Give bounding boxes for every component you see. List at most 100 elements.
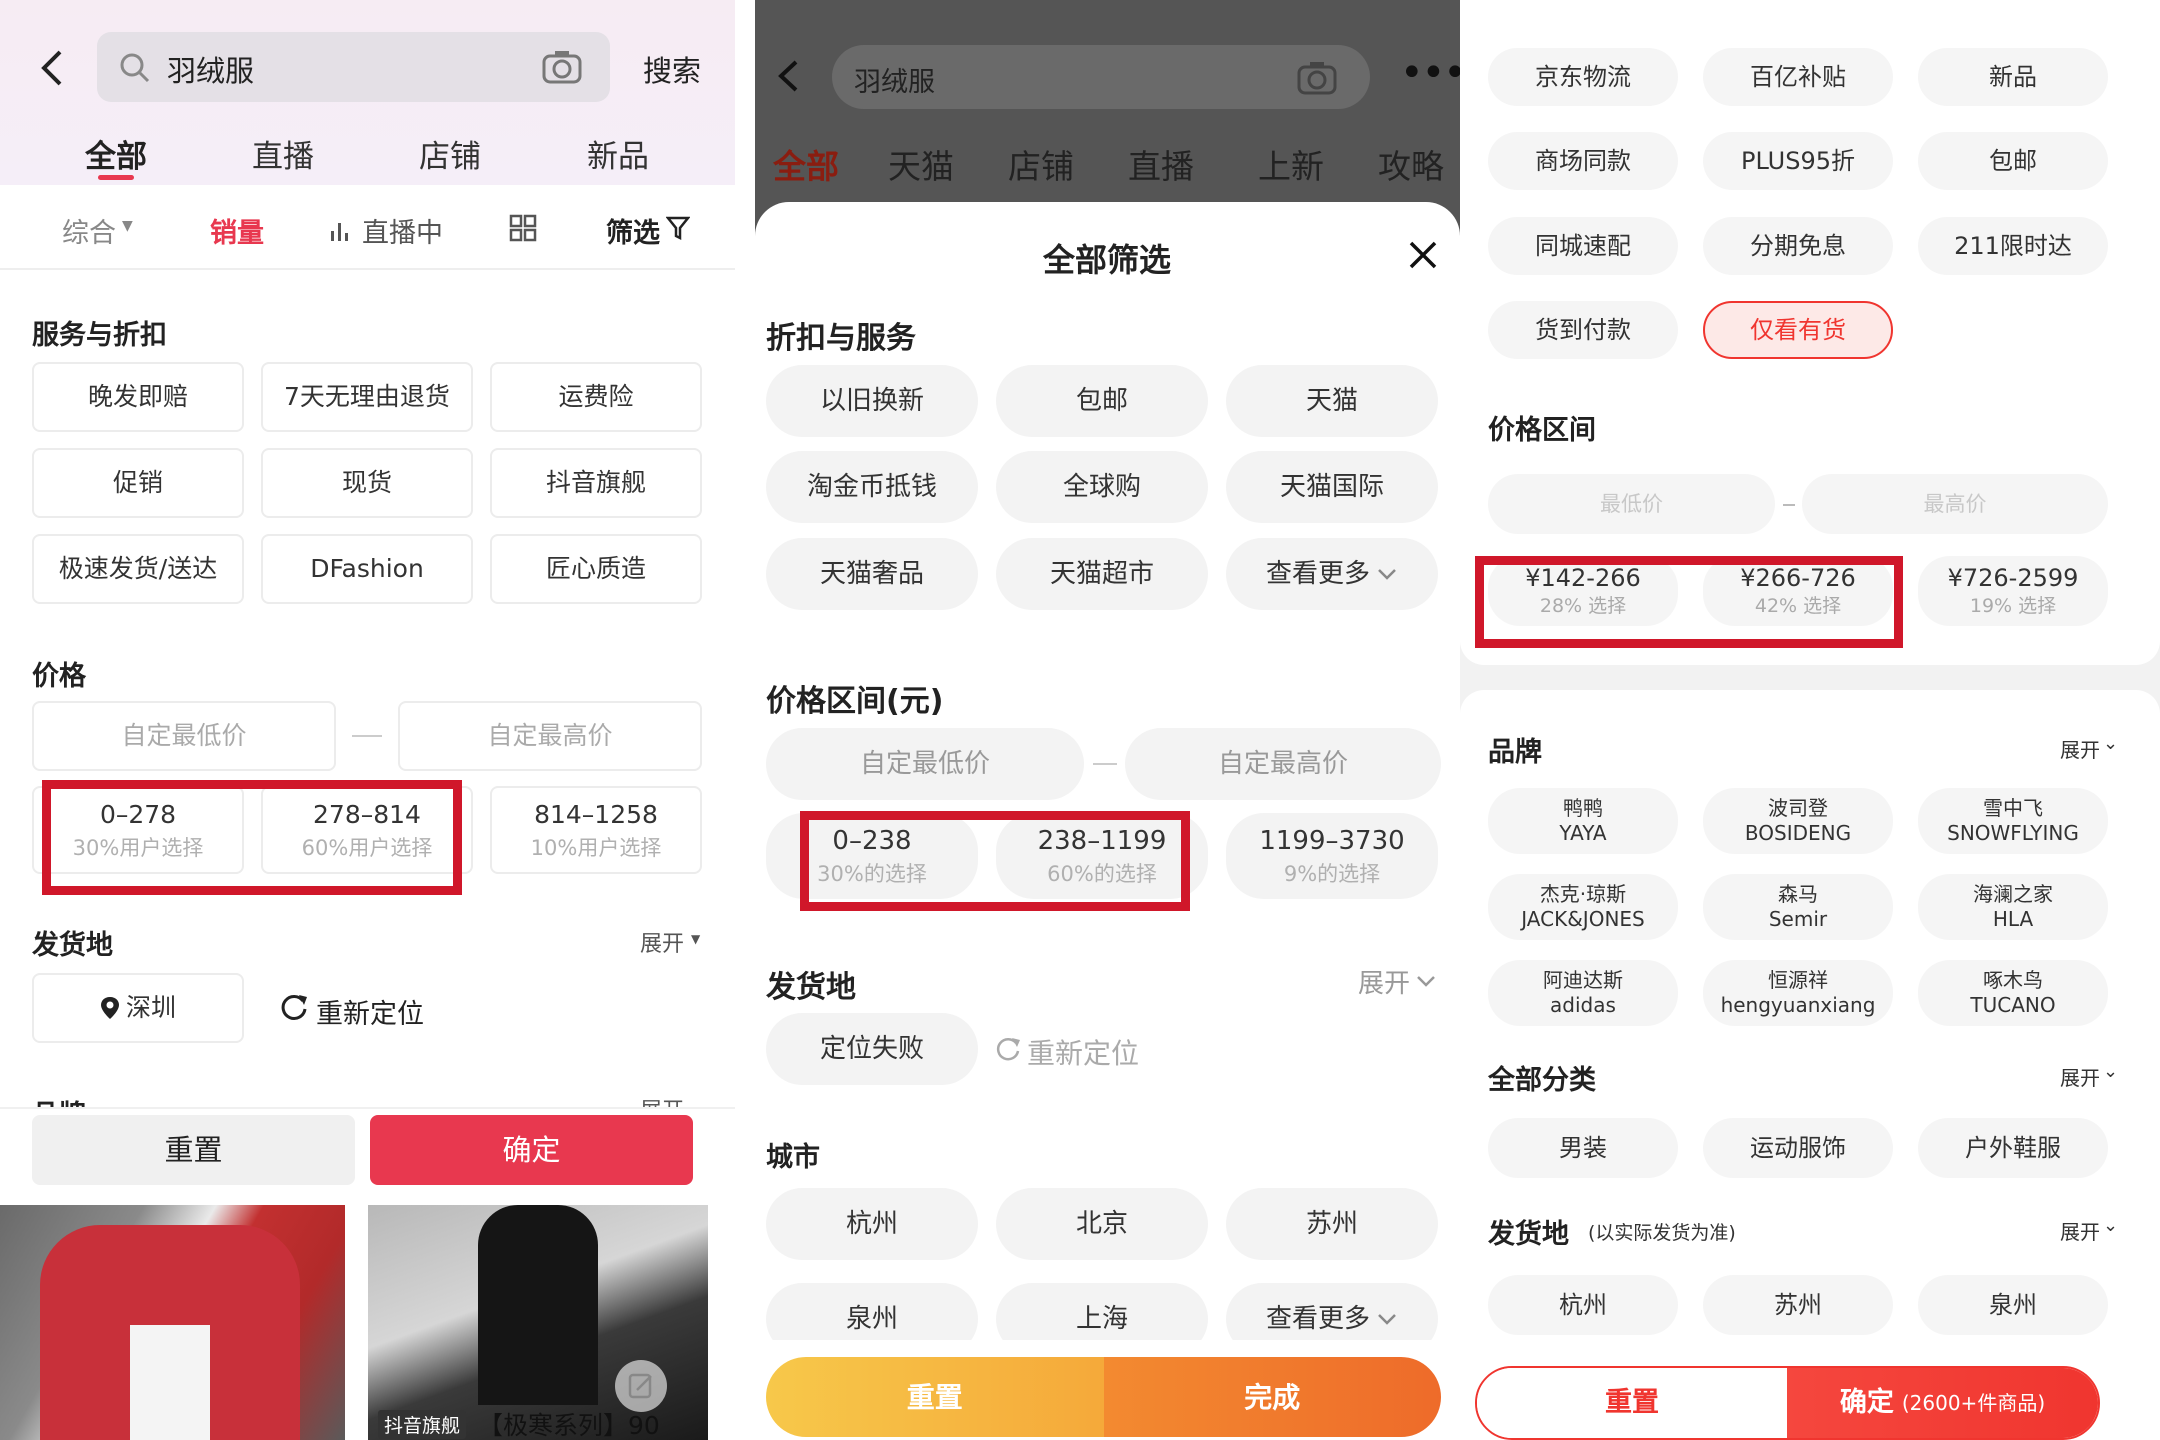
close-icon[interactable] — [1408, 240, 1438, 270]
brand-chip[interactable]: 海澜之家 HLA — [1918, 874, 2108, 940]
service-chip[interactable]: 京东物流 — [1488, 48, 1678, 106]
price-range-chip[interactable]: 814–1258 10%用户选择 — [490, 786, 702, 874]
tab-live[interactable]: 直播 — [252, 131, 314, 176]
service-chip[interactable]: 天猫超市 — [996, 538, 1208, 610]
brand-chip[interactable]: 杰克·琼斯 JACK&JONES — [1488, 874, 1678, 940]
search-button[interactable]: 搜索 — [643, 48, 701, 90]
service-chip[interactable]: 晚发即赔 — [32, 362, 244, 432]
tab-all[interactable]: 全部 — [773, 140, 839, 188]
tab-new[interactable]: 新品 — [587, 131, 649, 176]
tab-live[interactable]: 直播 — [1128, 140, 1194, 188]
category-chip[interactable]: 户外鞋服 — [1918, 1118, 2108, 1178]
service-chip[interactable]: 天猫奢品 — [766, 538, 978, 610]
service-chip[interactable]: 抖音旗舰 — [490, 448, 702, 518]
in-stock-chip-selected[interactable]: 仅看有货 — [1703, 301, 1893, 359]
location-chip[interactable]: 深圳 — [32, 973, 244, 1043]
expand-toggle[interactable]: 展开 — [2060, 1216, 2100, 1245]
sort-live[interactable]: 直播中 — [362, 211, 443, 250]
refresh-icon[interactable] — [280, 993, 308, 1021]
service-chip[interactable]: 全球购 — [996, 451, 1208, 523]
min-price-input[interactable]: 最低价 — [1488, 474, 1775, 534]
service-chip[interactable]: 货到付款 — [1488, 301, 1678, 359]
search-input[interactable]: 羽绒服 — [854, 60, 935, 99]
price-range-chip[interactable]: 1199–3730 9%的选择 — [1226, 813, 1438, 899]
city-chip[interactable]: 泉州 — [1918, 1275, 2108, 1335]
city-chip[interactable]: 苏州 — [1226, 1188, 1438, 1260]
relocate-button[interactable]: 重新定位 — [1027, 1032, 1139, 1072]
tab-all[interactable]: 全部 — [85, 131, 147, 176]
camera-icon[interactable] — [1297, 59, 1337, 95]
grid-view-icon[interactable] — [509, 214, 537, 242]
product-image-left[interactable] — [0, 1205, 345, 1440]
service-chip[interactable]: DFashion — [261, 534, 473, 604]
brand-chip[interactable]: 啄木鸟 TUCANO — [1918, 960, 2108, 1026]
service-chip[interactable]: 促销 — [32, 448, 244, 518]
service-chip[interactable]: 匠心质造 — [490, 534, 702, 604]
service-chip[interactable]: 7天无理由退货 — [261, 362, 473, 432]
city-chip[interactable]: 苏州 — [1703, 1275, 1893, 1335]
see-more-button[interactable]: 查看更多 — [1226, 538, 1438, 610]
tab-new[interactable]: 上新 — [1258, 140, 1324, 188]
reset-button[interactable]: 重置 — [766, 1357, 1104, 1437]
location-failed-chip[interactable]: 定位失败 — [766, 1013, 978, 1085]
service-chip[interactable]: 现货 — [261, 448, 473, 518]
filter-icon[interactable] — [666, 215, 690, 241]
tab-guide[interactable]: 攻略 — [1378, 140, 1444, 188]
expand-toggle[interactable]: 展开 — [2060, 734, 2100, 763]
service-chip[interactable]: 分期免息 — [1703, 217, 1893, 275]
max-price-input[interactable]: 自定最高价 — [398, 701, 702, 771]
sort-filter[interactable]: 筛选 — [606, 211, 660, 250]
edit-icon[interactable] — [615, 1360, 667, 1412]
price-range-chip[interactable]: ¥726-2599 19% 选择 — [1918, 556, 2108, 626]
service-chip[interactable]: 运费险 — [490, 362, 702, 432]
service-chip[interactable]: 天猫国际 — [1226, 451, 1438, 523]
sort-sales[interactable]: 销量 — [210, 211, 264, 250]
service-chip[interactable]: 百亿补贴 — [1703, 48, 1893, 106]
expand-toggle[interactable]: 展开 — [640, 926, 684, 958]
service-chip[interactable]: 211限时达 — [1918, 217, 2108, 275]
min-price-input[interactable]: 自定最低价 — [32, 701, 336, 771]
tab-shop[interactable]: 店铺 — [419, 131, 481, 176]
city-chip[interactable]: 北京 — [996, 1188, 1208, 1260]
service-chip[interactable]: 极速发货/送达 — [32, 534, 244, 604]
search-box[interactable]: 羽绒服 — [832, 45, 1370, 109]
brand-chip[interactable]: 阿迪达斯 adidas — [1488, 960, 1678, 1026]
expand-toggle[interactable]: 展开 — [1358, 963, 1410, 1000]
service-chip[interactable]: PLUS95折 — [1703, 132, 1893, 190]
brand-chip[interactable]: 雪中飞 SNOWFLYING — [1918, 788, 2108, 854]
service-chip[interactable]: 商场同款 — [1488, 132, 1678, 190]
service-chip[interactable]: 包邮 — [996, 365, 1208, 437]
back-icon[interactable] — [38, 48, 64, 88]
category-chip[interactable]: 男装 — [1488, 1118, 1678, 1178]
service-chip[interactable]: 包邮 — [1918, 132, 2108, 190]
reset-button[interactable]: 重置 — [1477, 1368, 1787, 1438]
refresh-icon[interactable] — [995, 1036, 1021, 1062]
brand-chip[interactable]: 恒源祥 hengyuanxiang — [1703, 960, 1893, 1026]
city-chip[interactable]: 杭州 — [766, 1188, 978, 1260]
brand-chip[interactable]: 波司登 BOSIDENG — [1703, 788, 1893, 854]
expand-toggle[interactable]: 展开 — [2060, 1062, 2100, 1091]
brand-chip[interactable]: 森马 Semir — [1703, 874, 1893, 940]
category-chip[interactable]: 运动服饰 — [1703, 1118, 1893, 1178]
tab-shop[interactable]: 店铺 — [1008, 140, 1074, 188]
sort-comprehensive[interactable]: 综合 — [62, 211, 116, 250]
service-chip[interactable]: 同城速配 — [1488, 217, 1678, 275]
min-price-input[interactable]: 自定最低价 — [766, 728, 1084, 800]
camera-icon[interactable] — [542, 48, 582, 84]
confirm-button[interactable]: 确定 (2600+件商品) — [1787, 1368, 2098, 1438]
back-icon[interactable] — [776, 58, 800, 94]
more-icon[interactable]: ••• — [1400, 50, 1460, 96]
search-input[interactable]: 羽绒服 — [167, 48, 254, 90]
service-chip[interactable]: 淘金币抵钱 — [766, 451, 978, 523]
service-chip[interactable]: 天猫 — [1226, 365, 1438, 437]
tab-tmall[interactable]: 天猫 — [888, 140, 954, 188]
done-button[interactable]: 完成 — [1103, 1357, 1441, 1437]
brand-chip[interactable]: 鸭鸭 YAYA — [1488, 788, 1678, 854]
search-box[interactable]: 羽绒服 — [97, 32, 610, 102]
max-price-input[interactable]: 最高价 — [1802, 474, 2108, 534]
max-price-input[interactable]: 自定最高价 — [1125, 728, 1441, 800]
expand-toggle[interactable]: 展开 — [640, 1093, 684, 1107]
service-chip[interactable]: 以旧换新 — [766, 365, 978, 437]
city-chip[interactable]: 杭州 — [1488, 1275, 1678, 1335]
reset-button[interactable]: 重置 — [32, 1115, 355, 1185]
